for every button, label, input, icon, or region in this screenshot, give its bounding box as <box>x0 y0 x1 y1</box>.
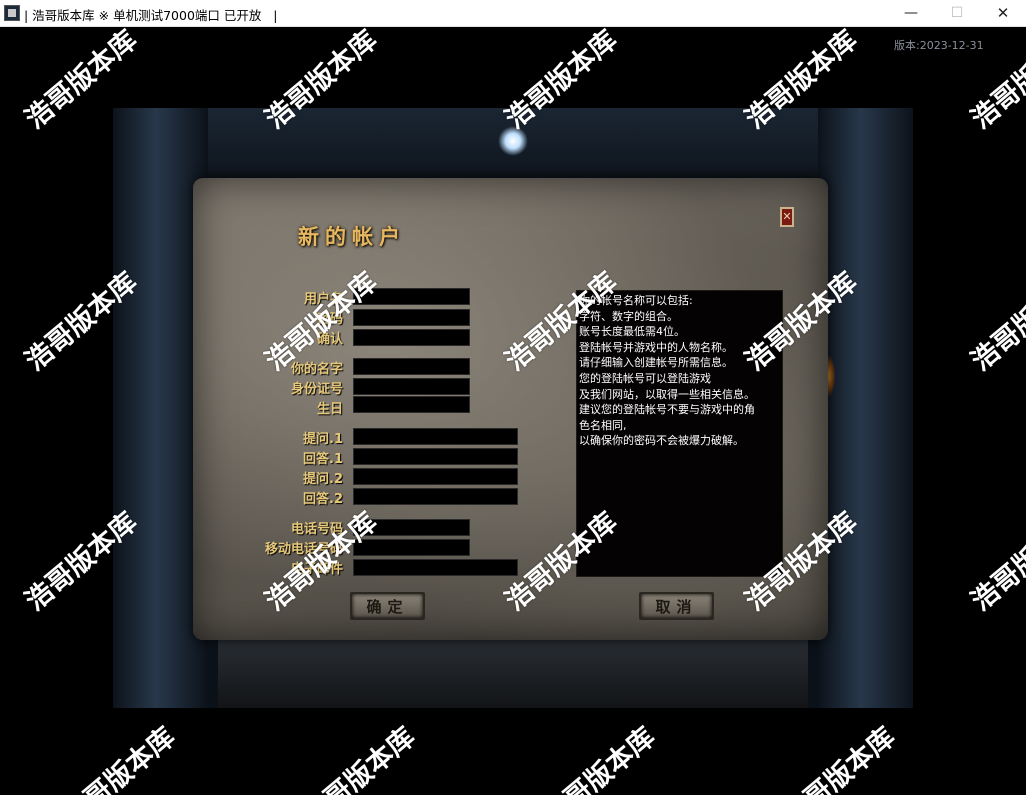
ok-button[interactable]: 确定 <box>350 592 425 620</box>
label-mobile: 移动电话号码 <box>264 542 343 557</box>
info-line: 建议您的登陆帐号不要与游戏中的角 <box>579 403 755 417</box>
birthday-input[interactable] <box>353 396 470 413</box>
info-line: 请仔细输入创建帐号所需信息。 <box>579 356 733 370</box>
app-icon <box>4 5 20 21</box>
id-number-input[interactable] <box>353 378 470 395</box>
right-pillar <box>818 108 913 708</box>
your-name-input[interactable] <box>353 358 470 375</box>
phone-input[interactable] <box>353 519 470 536</box>
info-line: 色名相同, <box>579 418 627 432</box>
label-confirm: 确认 <box>316 332 343 347</box>
close-window-button[interactable]: ✕ <box>980 0 1026 26</box>
dialog-title: 新的帐户 <box>298 225 406 249</box>
info-line: 账号长度最低需4位。 <box>579 325 685 339</box>
mobile-input[interactable] <box>353 539 470 556</box>
maximize-button[interactable]: ☐ <box>934 0 980 26</box>
window-title-bar: | 浩哥版本库 ※ 单机测试7000端口 已开放 | — ☐ ✕ <box>0 0 1026 27</box>
dialog-close-button[interactable]: ✕ <box>780 207 794 227</box>
question-1-input[interactable] <box>353 428 518 445</box>
label-phone: 电话号码 <box>290 522 343 537</box>
window-title: | 浩哥版本库 ※ 单机测试7000端口 已开放 | <box>24 8 278 23</box>
label-answer-1: 回答.1 <box>303 452 343 467</box>
answer-1-input[interactable] <box>353 448 518 465</box>
label-email: 电子邮件 <box>290 562 343 577</box>
game-scene: ✕ 新的帐户 用户名 密码 确认 你的名字 身份证号 生日 提问.1 回答.1 … <box>113 108 913 708</box>
cancel-button[interactable]: 取消 <box>639 592 714 620</box>
username-input[interactable] <box>353 288 470 305</box>
answer-2-input[interactable] <box>353 488 518 505</box>
info-line: 字符、数字的组合。 <box>579 309 678 323</box>
password-input[interactable] <box>353 309 470 326</box>
label-question-1: 提问.1 <box>303 432 343 447</box>
info-line: 你的帐号名称可以包括: <box>579 294 693 307</box>
watermark-text: 浩哥版本库 <box>777 721 902 795</box>
confirm-password-input[interactable] <box>353 329 470 346</box>
watermark-text: 浩哥版本库 <box>965 506 1026 618</box>
info-line: 及我们网站，以取得一些相关信息。 <box>579 387 755 401</box>
info-line: 以确保你的密码不会被爆力破解。 <box>579 434 744 448</box>
question-2-input[interactable] <box>353 468 518 485</box>
watermark-text: 浩哥版本库 <box>537 721 662 795</box>
email-input[interactable] <box>353 559 518 576</box>
watermark-text: 浩哥版本库 <box>57 721 182 795</box>
version-label: 版本:2023-12-31 <box>894 39 984 52</box>
glowing-orb-icon <box>498 126 528 156</box>
label-birthday: 生日 <box>316 402 343 417</box>
label-answer-2: 回答.2 <box>303 492 343 507</box>
label-question-2: 提问.2 <box>303 472 343 487</box>
info-line: 您的登陆帐号可以登陆游戏 <box>579 371 711 385</box>
label-id-number: 身份证号 <box>290 382 343 397</box>
label-username: 用户名 <box>303 292 343 307</box>
label-password: 密码 <box>316 312 343 327</box>
minimize-button[interactable]: — <box>888 0 934 26</box>
stone-floor <box>218 638 808 708</box>
watermark-text: 浩哥版本库 <box>965 266 1026 378</box>
info-line: 登陆帐号并游戏中的人物名称。 <box>579 340 733 354</box>
watermark-text: 浩哥版本库 <box>297 721 422 795</box>
account-info-text: 你的帐号名称可以包括: 字符、数字的组合。 账号长度最低需4位。 登陆帐号并游戏… <box>576 290 783 577</box>
label-your-name: 你的名字 <box>290 362 343 377</box>
